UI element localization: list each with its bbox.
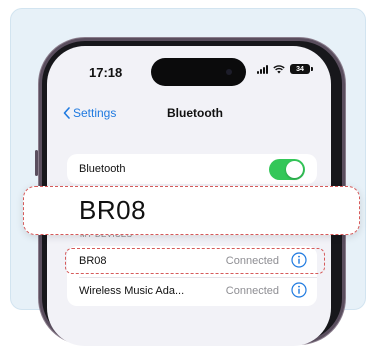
bluetooth-row: Bluetooth xyxy=(67,154,317,184)
page-title: Bluetooth xyxy=(167,106,223,120)
device-row[interactable]: BR08 Connected xyxy=(67,246,317,276)
bluetooth-toggle[interactable] xyxy=(269,159,305,180)
toggle-knob xyxy=(286,161,303,178)
chevron-left-icon xyxy=(63,107,70,119)
my-devices-group: BR08 Connected Wireless Music Ada... Con… xyxy=(67,246,317,306)
bluetooth-toggle-group: Bluetooth xyxy=(67,154,317,184)
bluetooth-label: Bluetooth xyxy=(79,163,126,175)
info-icon[interactable] xyxy=(291,252,307,268)
back-button[interactable]: Settings xyxy=(63,106,116,120)
battery-icon: 34 xyxy=(290,64,313,74)
device-row[interactable]: Wireless Music Ada... Connected xyxy=(67,276,317,306)
status-time: 17:18 xyxy=(89,65,123,80)
wifi-icon xyxy=(273,64,285,73)
cellular-signal-icon xyxy=(257,64,268,74)
device-name: Wireless Music Ada... xyxy=(79,285,185,297)
battery-level: 34 xyxy=(296,65,304,73)
status-icons: 34 xyxy=(257,64,313,74)
camera-dot xyxy=(226,69,232,75)
info-icon[interactable] xyxy=(291,282,307,298)
dynamic-island xyxy=(151,58,246,86)
device-status: Connected xyxy=(225,255,279,267)
device-status: Connected xyxy=(225,285,279,297)
volume-up-button xyxy=(35,150,38,176)
device-name: BR08 xyxy=(79,255,107,267)
callout-text: BR08 xyxy=(79,195,147,225)
device-name-callout: BR08 xyxy=(23,186,360,235)
back-label: Settings xyxy=(73,106,117,120)
